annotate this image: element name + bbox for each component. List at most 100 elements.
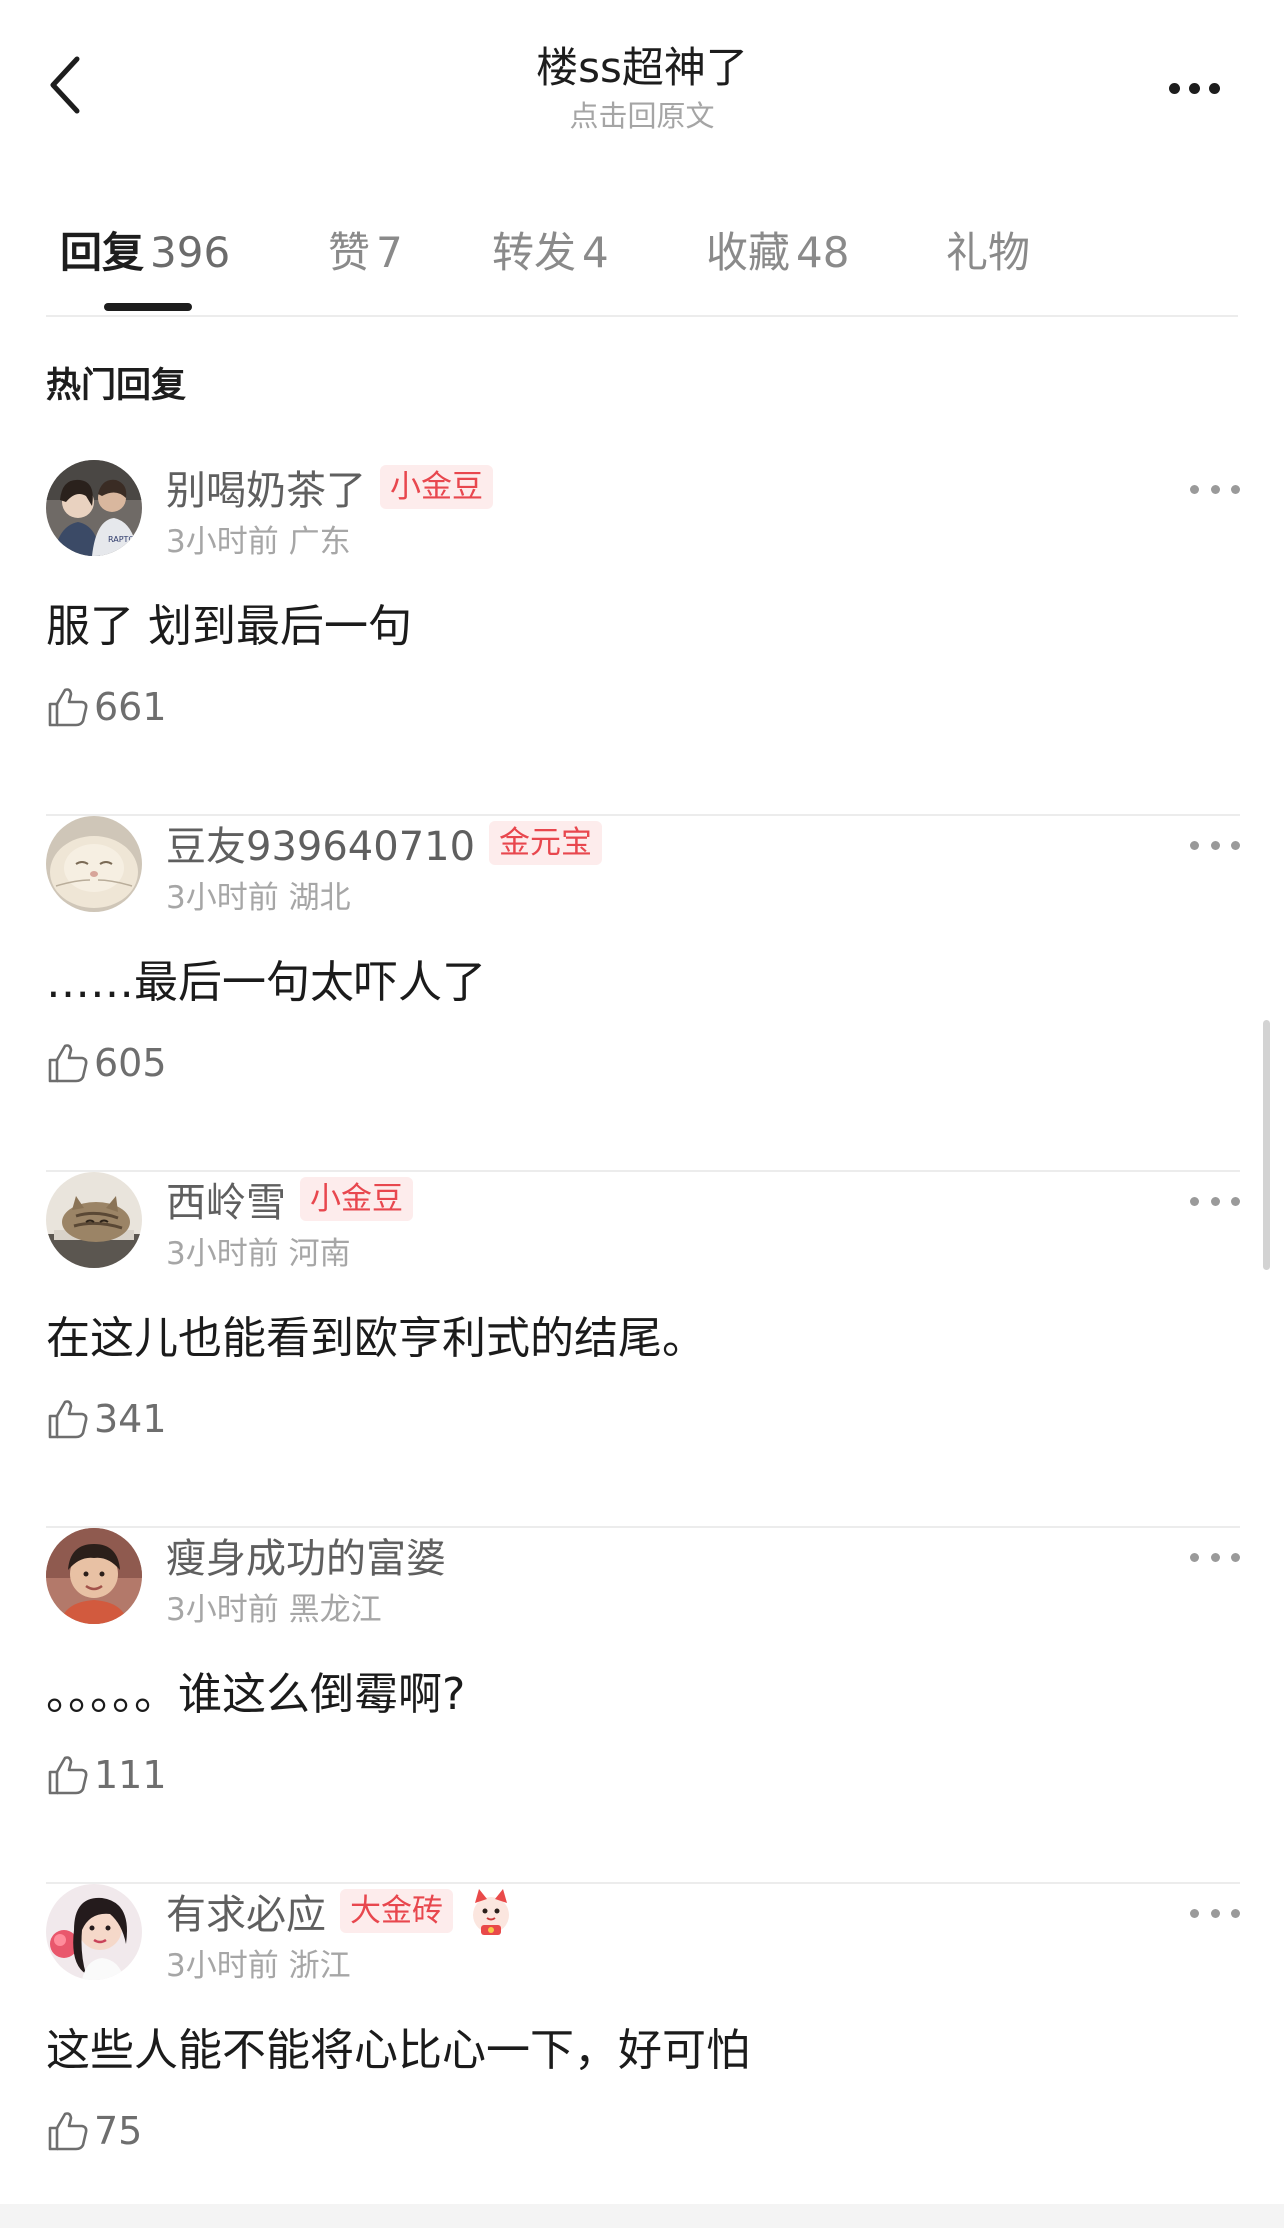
comment-more-button[interactable] <box>1190 474 1240 504</box>
tab-reposts[interactable]: 转发 4 <box>492 225 609 281</box>
comment-location: 黑龙江 <box>288 1592 382 1628</box>
username-row: 西岭雪 小金豆 <box>166 1174 413 1226</box>
tab-count: 396 <box>150 228 231 277</box>
more-dot <box>1231 1908 1240 1918</box>
thumbs-up-icon <box>48 1400 88 1439</box>
comment-meta: 3小时前 广东 <box>166 516 351 561</box>
page-title: 楼ss超神了 <box>536 43 748 92</box>
username-row: 豆友939640710 金元宝 <box>166 818 603 870</box>
avatar-tabby-cat <box>46 1172 142 1268</box>
like-button[interactable]: 111 <box>46 1750 167 1800</box>
comment-time: 3小时前 <box>166 1236 279 1272</box>
like-button[interactable]: 341 <box>46 1394 167 1444</box>
user-badge: 小金豆 <box>300 1177 413 1221</box>
active-tab-indicator <box>104 303 192 311</box>
thumbs-up-icon <box>48 688 88 727</box>
comment-more-button[interactable] <box>1190 1186 1240 1216</box>
comment-item[interactable]: 瘦身成功的富婆 3小时前 黑龙江 。。。。。谁这么倒霉啊? 111 <box>46 1528 1240 1884</box>
like-count: 111 <box>94 1753 167 1797</box>
like-count: 75 <box>94 2109 143 2153</box>
more-dot <box>1231 484 1240 494</box>
more-dot <box>1210 484 1220 494</box>
thumbs-up-icon <box>48 2112 88 2151</box>
username-row: 有求必应 大金砖 <box>166 1886 515 1938</box>
section-title-hot-replies: 热门回复 <box>46 366 187 406</box>
avatar-sleeping-cat <box>46 816 142 912</box>
like-button[interactable]: 75 <box>46 2106 142 2156</box>
tab-bar: 回复 396 赞7 转发 4 收藏 48 礼物 <box>46 215 1238 317</box>
user-badge: 大金砖 <box>340 1889 453 1933</box>
scrollbar[interactable] <box>1263 1020 1270 1270</box>
tab-replies[interactable]: 回复 396 <box>60 225 230 281</box>
comment-more-button[interactable] <box>1190 830 1240 860</box>
username[interactable]: 瘦身成功的富婆 <box>166 1526 446 1584</box>
like-count: 341 <box>94 1397 167 1441</box>
comment-location: 河南 <box>288 1236 351 1272</box>
comment-item[interactable]: 西岭雪 小金豆 3小时前 河南 在这儿也能看到欧亨利式的结尾。 341 <box>46 1172 1240 1528</box>
tab-count: 4 <box>582 228 609 277</box>
username[interactable]: 西岭雪 <box>166 1170 286 1228</box>
bottom-edge <box>0 2204 1284 2228</box>
more-horizontal-icon <box>1190 1196 1199 1206</box>
comment-time: 3小时前 <box>166 1948 279 1984</box>
comment-meta: 3小时前 浙江 <box>166 1940 351 1985</box>
more-dot <box>1231 1196 1240 1206</box>
more-dot <box>1231 840 1240 850</box>
more-button[interactable] <box>1154 58 1234 118</box>
comment-more-button[interactable] <box>1190 1898 1240 1928</box>
like-button[interactable]: 661 <box>46 682 167 732</box>
avatar-couple-photo: RAPTOR <box>46 460 142 556</box>
avatar[interactable] <box>46 1884 142 1980</box>
comment-text: 这些人能不能将心比心一下，好可怕 <box>46 2025 750 2076</box>
comment-meta: 3小时前 黑龙江 <box>166 1584 382 1629</box>
comment-location: 广东 <box>288 524 351 560</box>
comment-text: ……最后一句太吓人了 <box>46 957 486 1008</box>
username[interactable]: 豆友939640710 <box>166 814 475 872</box>
more-dot <box>1210 840 1220 850</box>
comment-time: 3小时前 <box>166 1592 279 1628</box>
avatar-child-portrait <box>46 1528 142 1624</box>
more-dot <box>1210 1908 1220 1918</box>
tab-label: 回复 <box>60 228 145 277</box>
avatar[interactable] <box>46 816 142 912</box>
title-group[interactable]: 楼ss超神了 点击回原文 <box>0 40 1284 134</box>
tab-label: 转发 <box>492 228 577 277</box>
username-row: 别喝奶茶了 小金豆 <box>166 462 493 514</box>
more-horizontal-icon <box>1190 840 1199 850</box>
comment-item[interactable]: 有求必应 大金砖 3小时前 浙江 这些人能不能将心比心一下，好可怕 75 <box>46 1884 1240 2240</box>
tab-gifts[interactable]: 礼物 <box>946 225 1030 281</box>
comment-text: 服了 划到最后一句 <box>46 601 412 652</box>
like-button[interactable]: 605 <box>46 1038 167 1088</box>
tab-count: 7 <box>376 228 403 277</box>
user-badge: 金元宝 <box>489 821 603 865</box>
tab-count: 48 <box>796 228 850 277</box>
like-count: 661 <box>94 685 167 729</box>
tab-likes[interactable]: 赞7 <box>328 225 403 281</box>
svg-text:RAPTOR: RAPTOR <box>108 535 141 544</box>
comment-item[interactable]: 豆友939640710 金元宝 3小时前 湖北 ……最后一句太吓人了 605 <box>46 816 1240 1172</box>
thumbs-up-icon <box>48 1756 88 1795</box>
more-dot <box>1208 82 1220 94</box>
tab-label: 礼物 <box>946 228 1031 277</box>
username[interactable]: 有求必应 <box>166 1882 326 1940</box>
more-dot <box>1210 1196 1220 1206</box>
avatar[interactable] <box>46 1172 142 1268</box>
more-dot <box>1231 1552 1240 1562</box>
back-to-original-link[interactable]: 点击回原文 <box>0 98 1284 134</box>
comment-location: 浙江 <box>288 1948 351 1984</box>
avatar[interactable] <box>46 1528 142 1624</box>
more-dot <box>1188 82 1200 94</box>
top-nav-bar: 楼ss超神了 点击回原文 <box>0 0 1284 150</box>
comment-more-button[interactable] <box>1190 1542 1240 1572</box>
username-row: 瘦身成功的富婆 <box>166 1530 446 1582</box>
thumbs-up-icon <box>48 1044 88 1083</box>
comment-item[interactable]: RAPTOR 别喝奶茶了 小金豆 3小时前 广东 服了 划到最后一句 661 <box>46 460 1240 816</box>
username[interactable]: 别喝奶茶了 <box>166 458 366 516</box>
comment-text: 。。。。。谁这么倒霉啊? <box>46 1669 466 1720</box>
comment-time: 3小时前 <box>166 524 279 560</box>
tab-favorites[interactable]: 收藏 48 <box>706 225 849 281</box>
comment-meta: 3小时前 河南 <box>166 1228 351 1273</box>
comment-time: 3小时前 <box>166 880 279 916</box>
avatar[interactable]: RAPTOR <box>46 460 142 556</box>
more-horizontal-icon <box>1168 82 1180 94</box>
